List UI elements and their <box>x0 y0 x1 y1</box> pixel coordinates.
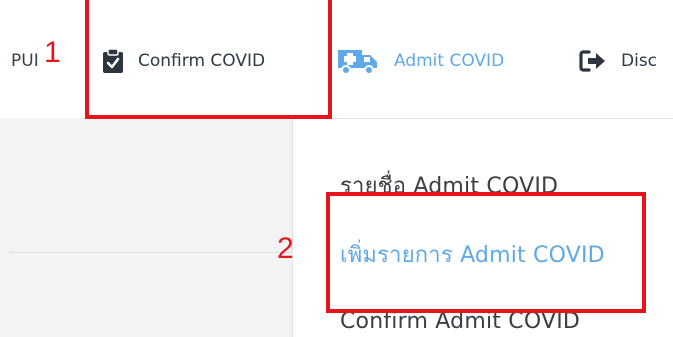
annotation-box-2 <box>326 192 646 313</box>
panel-separator <box>292 118 293 337</box>
nav-admit-covid[interactable]: Admit COVID <box>336 38 504 84</box>
nav-discharge[interactable]: Disc <box>579 38 657 84</box>
nav-pui[interactable]: PUI <box>11 38 39 84</box>
left-panel-divider <box>10 252 292 253</box>
nav-discharge-label: Disc <box>621 51 658 71</box>
nav-pui-label: PUI <box>11 51 39 71</box>
left-panel <box>0 118 292 337</box>
annotation-box-1 <box>85 0 332 119</box>
sign-out-icon <box>579 49 607 73</box>
nav-divider <box>293 118 673 119</box>
ambulance-icon <box>336 47 380 75</box>
annotation-label-1: 1 <box>44 36 61 69</box>
nav-admit-label: Admit COVID <box>394 51 505 71</box>
annotation-label-2: 2 <box>277 232 294 265</box>
page: PUI Confirm COVID Admit COVID Disc รายชื… <box>0 0 673 337</box>
